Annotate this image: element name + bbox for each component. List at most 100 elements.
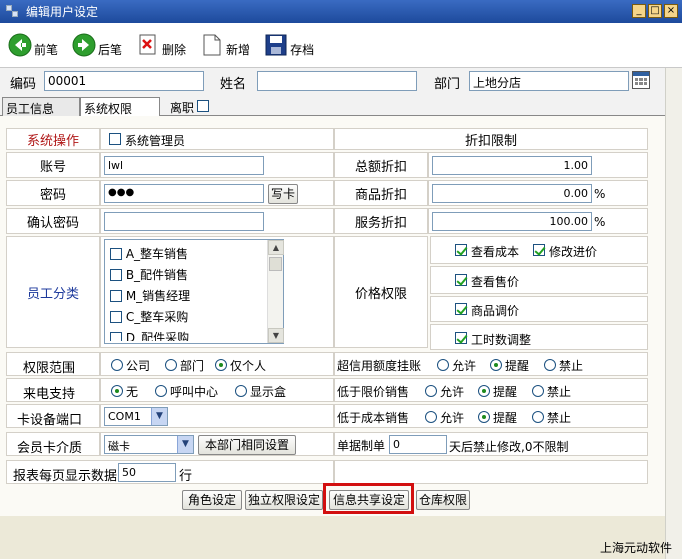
scope-self-label: 仅个人 xyxy=(230,359,267,373)
scope-dept-radio[interactable] xyxy=(165,359,177,371)
view-cost-label: 查看成本 xyxy=(471,245,520,259)
arrow-left-icon xyxy=(8,33,32,57)
below-limit-forbid-radio[interactable] xyxy=(532,385,544,397)
name-input[interactable] xyxy=(257,71,417,91)
list-item[interactable]: C_整车采购 xyxy=(110,308,188,325)
below-limit-remind-radio[interactable] xyxy=(478,385,490,397)
member-card-select[interactable]: 磁卡 ▼ xyxy=(104,435,194,454)
callin-center-label: 呼叫中心 xyxy=(170,385,219,399)
minimize-button[interactable]: _ xyxy=(632,4,646,18)
maximize-button[interactable]: □ xyxy=(648,4,662,18)
code-input[interactable]: 00001 xyxy=(44,71,204,91)
chevron-down-icon[interactable]: ▼ xyxy=(177,436,193,453)
adjust-price-checkbox[interactable] xyxy=(455,303,467,315)
resigned-checkbox[interactable] xyxy=(197,100,209,112)
credit-over-row: 超信用额度挂账 允许 提醒 禁止 xyxy=(334,352,648,376)
scope-label: 权限范围 xyxy=(23,361,76,376)
highlight-box xyxy=(323,483,414,514)
delete-button[interactable]: 删除 xyxy=(136,30,186,60)
service-discount-input[interactable]: 100.00 xyxy=(432,212,592,231)
card-port-select[interactable]: COM1 ▼ xyxy=(104,407,168,426)
category-checkbox[interactable] xyxy=(110,311,122,323)
emp-category-list[interactable]: A_整车销售 B_配件销售 M_销售经理 C_整车采购 D_配件采购 ▲ ▼ xyxy=(104,239,284,344)
callin-box-radio[interactable] xyxy=(235,385,247,397)
system-op-label: 系统操作 xyxy=(6,128,100,150)
callin-center-radio[interactable] xyxy=(155,385,167,397)
close-button[interactable]: × xyxy=(664,4,678,18)
scroll-up-icon[interactable]: ▲ xyxy=(268,240,284,255)
chevron-down-icon[interactable]: ▼ xyxy=(151,408,167,425)
right-scroll-strip xyxy=(665,23,682,559)
floppy-disk-icon xyxy=(264,33,288,57)
sys-admin-checkbox[interactable] xyxy=(109,133,121,145)
below-cost-remind-label: 提醒 xyxy=(493,411,518,425)
account-input[interactable]: lwl xyxy=(104,156,264,175)
scope-company-label: 公司 xyxy=(126,359,151,373)
save-button[interactable]: 存档 xyxy=(264,30,314,60)
scroll-down-icon[interactable]: ▼ xyxy=(268,328,284,343)
tab-employee-info[interactable]: 员工信息 xyxy=(2,97,80,116)
labor-adjust-checkbox[interactable] xyxy=(455,332,467,344)
below-cost-allow-radio[interactable] xyxy=(425,411,437,423)
below-limit-allow-label: 允许 xyxy=(440,385,465,399)
discount-header: 折扣限制 xyxy=(334,128,648,150)
total-discount-input[interactable]: 1.00 xyxy=(432,156,592,175)
scope-self-radio[interactable] xyxy=(215,359,227,371)
next-button[interactable]: 后笔 xyxy=(72,30,122,60)
below-cost-forbid-radio[interactable] xyxy=(532,411,544,423)
view-sale-price-checkbox[interactable] xyxy=(455,274,467,286)
add-button[interactable]: 新增 xyxy=(200,30,250,60)
callin-none-radio[interactable] xyxy=(111,385,123,397)
list-item[interactable]: B_配件销售 xyxy=(110,266,188,283)
below-limit-row: 低于限价销售 允许 提醒 禁止 xyxy=(334,378,648,402)
same-dept-setting-button[interactable]: 本部门相同设置 xyxy=(198,435,296,455)
category-checkbox[interactable] xyxy=(110,332,122,341)
list-item[interactable]: M_销售经理 xyxy=(110,287,190,304)
prev-button[interactable]: 前笔 xyxy=(8,30,58,60)
header-fields: 编码 00001 姓名 部门 上地分店 xyxy=(0,68,665,96)
credit-remind-radio[interactable] xyxy=(490,359,502,371)
list-scrollbar[interactable]: ▲ ▼ xyxy=(267,240,284,343)
credit-forbid-label: 禁止 xyxy=(559,359,584,373)
doc-days-input[interactable]: 0 xyxy=(389,435,447,454)
role-setting-button[interactable]: 角色设定 xyxy=(182,490,242,510)
price-rights-row3: 商品调价 xyxy=(430,296,648,322)
app-icon xyxy=(6,4,20,19)
below-cost-allow-label: 允许 xyxy=(440,411,465,425)
tab-system-rights[interactable]: 系统权限 xyxy=(80,97,160,117)
edit-purchase-label: 修改进价 xyxy=(549,245,598,259)
callin-none-label: 无 xyxy=(126,385,139,399)
scroll-thumb[interactable] xyxy=(269,257,282,271)
category-checkbox[interactable] xyxy=(110,290,122,302)
scope-label-cell: 权限范围 xyxy=(6,352,100,376)
credit-forbid-radio[interactable] xyxy=(544,359,556,371)
product-discount-input[interactable]: 0.00 xyxy=(432,184,592,203)
dept-label: 部门 xyxy=(434,77,461,92)
credit-over-label: 超信用额度挂账 xyxy=(337,359,422,373)
list-item[interactable]: A_整车销售 xyxy=(110,245,188,262)
independent-rights-button[interactable]: 独立权限设定 xyxy=(245,490,323,510)
report-rows-right-cell xyxy=(334,460,648,484)
view-cost-checkbox[interactable] xyxy=(455,244,467,256)
password-input[interactable]: ●●● xyxy=(104,184,264,203)
category-checkbox[interactable] xyxy=(110,269,122,281)
calendar-icon[interactable] xyxy=(632,71,650,89)
scope-company-radio[interactable] xyxy=(111,359,123,371)
write-card-button[interactable]: 写卡 xyxy=(268,184,298,204)
warehouse-rights-button[interactable]: 仓库权限 xyxy=(416,490,470,510)
confirm-password-input[interactable] xyxy=(104,212,264,231)
below-limit-allow-radio[interactable] xyxy=(425,385,437,397)
category-checkbox[interactable] xyxy=(110,248,122,260)
card-port-label: 卡设备端口 xyxy=(17,413,83,428)
dept-input[interactable]: 上地分店 xyxy=(469,71,629,91)
edit-purchase-checkbox[interactable] xyxy=(533,244,545,256)
report-rows-input[interactable]: 50 xyxy=(118,463,176,482)
service-discount-label: 服务折扣 xyxy=(334,208,428,234)
below-cost-remind-radio[interactable] xyxy=(478,411,490,423)
list-item[interactable]: D_配件采购 xyxy=(110,329,189,341)
card-port-label-cell: 卡设备端口 xyxy=(6,404,100,428)
callin-label-cell: 来电支持 xyxy=(6,378,100,402)
sys-admin-cell: 系统管理员 xyxy=(100,128,334,150)
tab-bar: 员工信息 系统权限 离职 xyxy=(0,96,665,117)
credit-allow-radio[interactable] xyxy=(437,359,449,371)
